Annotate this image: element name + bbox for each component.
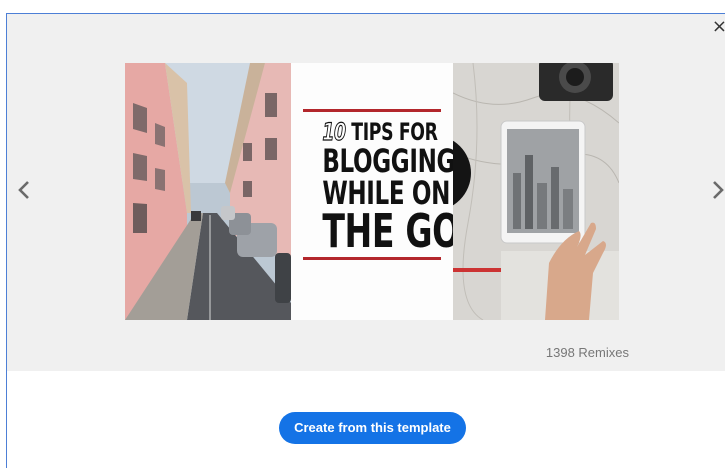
street-photo xyxy=(125,63,291,320)
template-thumbnail[interactable]: 10 TIPS FOR BLOGGING WHILE ON THE GO xyxy=(125,63,619,320)
chevron-left-icon xyxy=(18,181,29,199)
chevron-right-icon xyxy=(713,181,724,199)
template-dialog: × 10 TIPS FOR BLOGGING WHILE ON THE GO 1… xyxy=(6,13,725,468)
banner-title-panel: 10 TIPS FOR BLOGGING WHILE ON THE GO xyxy=(291,63,460,320)
map-tablet-photo xyxy=(453,63,619,320)
remix-count: 1398 Remixes xyxy=(545,345,629,360)
banner-title: 10 TIPS FOR BLOGGING WHILE ON THE GO xyxy=(303,109,460,260)
create-from-template-button[interactable]: Create from this template xyxy=(279,412,466,444)
banner-title-line2: BLOGGING xyxy=(322,142,456,180)
title-rule-top xyxy=(303,109,441,112)
close-icon[interactable]: × xyxy=(712,18,725,36)
previous-button[interactable] xyxy=(17,179,31,201)
next-button[interactable] xyxy=(711,179,725,201)
template-preview-area: × 10 TIPS FOR BLOGGING WHILE ON THE GO 1… xyxy=(7,14,725,371)
banner-title-line4: THE GO xyxy=(322,204,460,258)
